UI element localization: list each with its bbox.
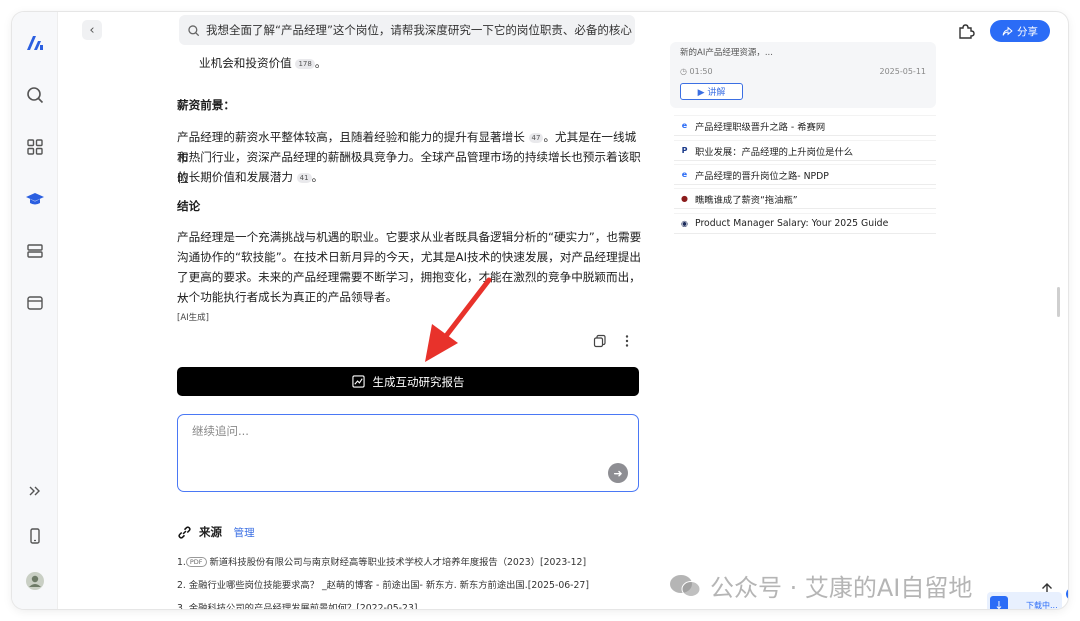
site-favicon-icon: ◉: [681, 219, 688, 228]
source-link-item[interactable]: ◉ Product Manager Salary: Your 2025 Guide: [674, 213, 936, 234]
puzzle-icon[interactable]: [956, 21, 976, 41]
search-query[interactable]: 我想全面了解“产品经理”这个岗位，请帮我深度研究一下它的岗位职责、必备的核心: [206, 22, 632, 38]
generate-report-button[interactable]: 生成互动研究报告: [177, 367, 639, 396]
site-favicon-icon: ●: [681, 194, 688, 203]
source-date: [2022-05-23]: [356, 603, 418, 609]
download-icon: ↓: [990, 596, 1008, 609]
source-title: 新道科技股份有限公司与南京财经高等职业技术学校人才培养年度报告（2023）: [209, 557, 540, 568]
paragraph-text: 产品经理是一个充满挑战与机遇的职业。它要求从业者既具备逻辑分析的“硬实力”，也需…: [177, 230, 642, 244]
source-link-item[interactable]: e 产品经理的晋升岗位之路- NPDP: [674, 164, 936, 185]
paragraph-text: 沟通协作的“软技能”。在技术日新月异的今天，尤其是AI技术的快速发展，对产品经理…: [177, 250, 641, 264]
scrollbar[interactable]: [1057, 287, 1060, 317]
source-index: 3.: [177, 603, 186, 609]
search-icon: [188, 24, 200, 36]
paragraph-text: 的长期价值和发展潜力: [177, 170, 293, 184]
source-link-label: 瞧瞧谁成了薪资“拖油瓶”: [695, 194, 798, 206]
share-icon: [1002, 26, 1013, 36]
card-date: 2025-05-11: [879, 67, 927, 76]
wechat-icon: [670, 574, 701, 597]
layers-icon[interactable]: [22, 238, 48, 264]
citation-badge[interactable]: 41: [296, 173, 312, 183]
watermark: 公众号 · 艾康的AI自留地: [668, 568, 972, 603]
source-link-label: 产品经理的晋升岗位之路- NPDP: [695, 170, 829, 182]
salary-heading: 薪资前景：: [177, 98, 235, 112]
graduation-cap-icon[interactable]: [22, 186, 48, 212]
paragraph-text: 业机会和投资价值: [199, 56, 292, 70]
citation-badge[interactable]: 47: [528, 133, 544, 143]
site-favicon-icon: P: [681, 146, 688, 155]
paragraph-text: 一个功能执行者成长为真正的产品领导者。: [177, 290, 398, 304]
manage-link[interactable]: 管理: [234, 527, 255, 539]
source-index: 1.: [177, 557, 186, 568]
video-card[interactable]: 新的AI产品经理资源，... ◷ 01:50 2025-05-11 ▶ 讲解: [670, 42, 936, 108]
followup-input[interactable]: 继续追问... ➜: [177, 414, 639, 492]
avatar[interactable]: [22, 568, 48, 594]
source-date: [2025-06-27]: [527, 580, 589, 591]
source-title: 金融行业哪些岗位技能要求高？ _赵萌的博客 - 前途出国- 新东方. 新东方前途…: [188, 580, 528, 591]
source-title: 金融科技公司的产品经理发展前景如何？: [188, 603, 357, 609]
copy-icon[interactable]: [593, 334, 607, 348]
explain-button[interactable]: ▶ 讲解: [680, 83, 743, 100]
source-link-label: 产品经理职级晋升之路 - 希赛网: [695, 121, 826, 133]
source-date: [2023-12]: [539, 557, 587, 568]
paragraph-text: 产品经理的薪资水平整体较高，且随着经验和能力的提升有显著增长: [177, 130, 525, 144]
pdf-icon: PDF: [185, 557, 207, 567]
logo-icon[interactable]: [22, 30, 48, 56]
app-window: ‹ 我想全面了解“产品经理”这个岗位，请帮我深度研究一下它的岗位职责、必备的核心…: [12, 12, 1068, 609]
source-link-item[interactable]: e 产品经理职级晋升之路 - 希赛网: [674, 115, 936, 136]
search-icon[interactable]: [22, 82, 48, 108]
conclusion-heading: 结论: [177, 199, 201, 213]
site-favicon-icon: e: [681, 170, 688, 179]
expand-icon[interactable]: [22, 478, 48, 504]
download-count-badge: 2: [1066, 588, 1068, 600]
chart-icon: [351, 375, 365, 388]
citation-badge[interactable]: 178: [295, 59, 315, 69]
source-link-item[interactable]: ● 瞧瞧谁成了薪资“拖油瓶”: [674, 188, 936, 209]
search-bar[interactable]: 我想全面了解“产品经理”这个岗位，请帮我深度研究一下它的岗位职责、必备的核心: [179, 15, 635, 45]
link-icon: [178, 526, 191, 539]
source-link-item[interactable]: P 职业发展：产品经理的上升岗位是什么: [674, 140, 936, 161]
phone-icon[interactable]: [22, 523, 48, 549]
site-favicon-icon: e: [681, 121, 688, 130]
source-list-item[interactable]: 3. 金融科技公司的产品经理发展前景如何？[2022-05-23]: [177, 600, 418, 609]
source-index: 2.: [177, 580, 186, 591]
download-status[interactable]: ↓ 下载中...: [987, 592, 1062, 609]
window-icon[interactable]: [22, 290, 48, 316]
source-link-label: 职业发展：产品经理的上升岗位是什么: [695, 146, 854, 158]
ai-generated-tag: [AI生成]: [177, 313, 209, 323]
more-options-icon[interactable]: [620, 334, 634, 348]
sources-title: 来源: [199, 525, 222, 539]
arrow-right-icon: ➜: [613, 466, 623, 480]
send-button[interactable]: ➜: [608, 463, 628, 483]
card-time: ◷ 01:50: [680, 67, 713, 76]
back-button[interactable]: ‹: [82, 20, 102, 40]
left-sidebar: [12, 12, 58, 609]
source-list-item[interactable]: 2. 金融行业哪些岗位技能要求高？ _赵萌的博客 - 前途出国- 新东方. 新东…: [177, 577, 589, 591]
clock-icon: ◷: [680, 67, 687, 76]
chevron-left-icon: ‹: [89, 22, 95, 38]
source-link-label: Product Manager Salary: Your 2025 Guide: [695, 218, 889, 229]
card-text: 新的AI产品经理资源，...: [680, 48, 773, 58]
sources-header: 来源 管理: [177, 524, 255, 540]
followup-placeholder: 继续追问...: [192, 424, 249, 438]
source-list-item[interactable]: 1. PDF 新道科技股份有限公司与南京财经高等职业技术学校人才培养年度报告（20…: [177, 554, 586, 568]
share-button[interactable]: 分享: [990, 20, 1050, 42]
grid-icon[interactable]: [22, 134, 48, 160]
